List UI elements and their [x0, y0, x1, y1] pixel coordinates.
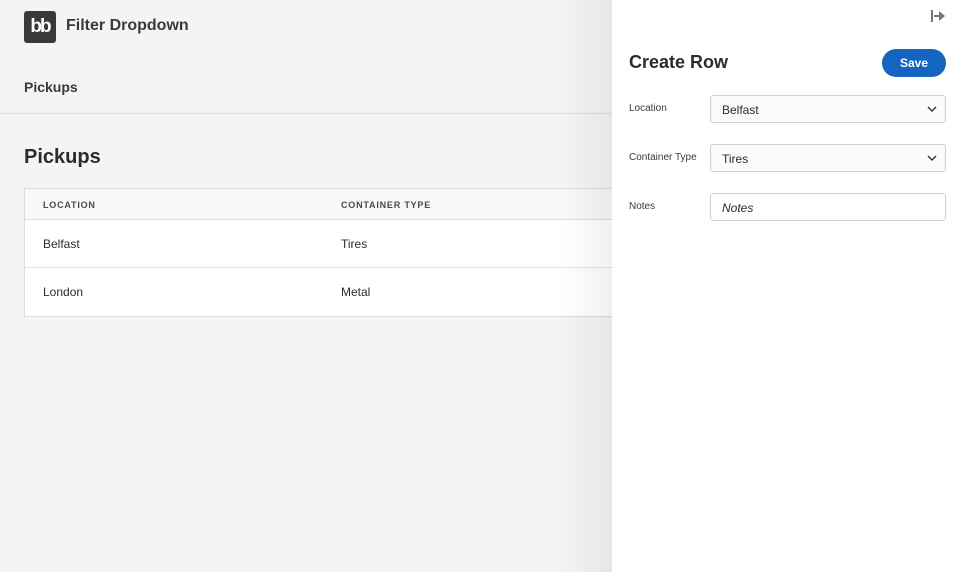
cell-container-type: Tires	[341, 237, 368, 251]
create-row-panel: Create Row Save Location Belfast Contain…	[612, 0, 960, 572]
app-logo[interactable]: bb	[24, 11, 56, 43]
page-title: Pickups	[24, 146, 101, 168]
panel-title: Create Row	[629, 52, 729, 72]
app-title: Filter Dropdown	[66, 17, 189, 34]
cell-location: Belfast	[43, 237, 80, 251]
cell-location: London	[43, 285, 84, 299]
data-table: LOCATION CONTAINER TYPE Belfast Tires Lo…	[24, 188, 644, 317]
chevron-down-icon	[927, 155, 937, 161]
close-panel-icon[interactable]	[930, 8, 946, 24]
location-label: Location	[629, 103, 667, 114]
column-header-container-type[interactable]: CONTAINER TYPE	[341, 200, 431, 210]
container-type-label: Container Type	[629, 152, 697, 163]
container-type-select[interactable]: Tires	[710, 144, 946, 172]
notes-label: Notes	[629, 201, 656, 212]
panel-shadow	[560, 0, 612, 572]
cell-container-type: Metal	[341, 285, 371, 299]
nav-link-pickups[interactable]: Pickups	[24, 79, 78, 95]
table-row[interactable]: London Metal	[25, 268, 643, 316]
table-row[interactable]: Belfast Tires	[25, 220, 643, 268]
notes-placeholder: Notes	[722, 201, 754, 215]
container-type-select-value: Tires	[722, 152, 749, 166]
notes-field[interactable]: Notes	[710, 193, 946, 221]
save-button[interactable]: Save	[882, 49, 946, 77]
location-select[interactable]: Belfast	[710, 95, 946, 123]
table-header: LOCATION CONTAINER TYPE	[25, 189, 643, 220]
column-header-location[interactable]: LOCATION	[43, 200, 96, 210]
location-select-value: Belfast	[722, 103, 759, 117]
chevron-down-icon	[927, 106, 937, 112]
